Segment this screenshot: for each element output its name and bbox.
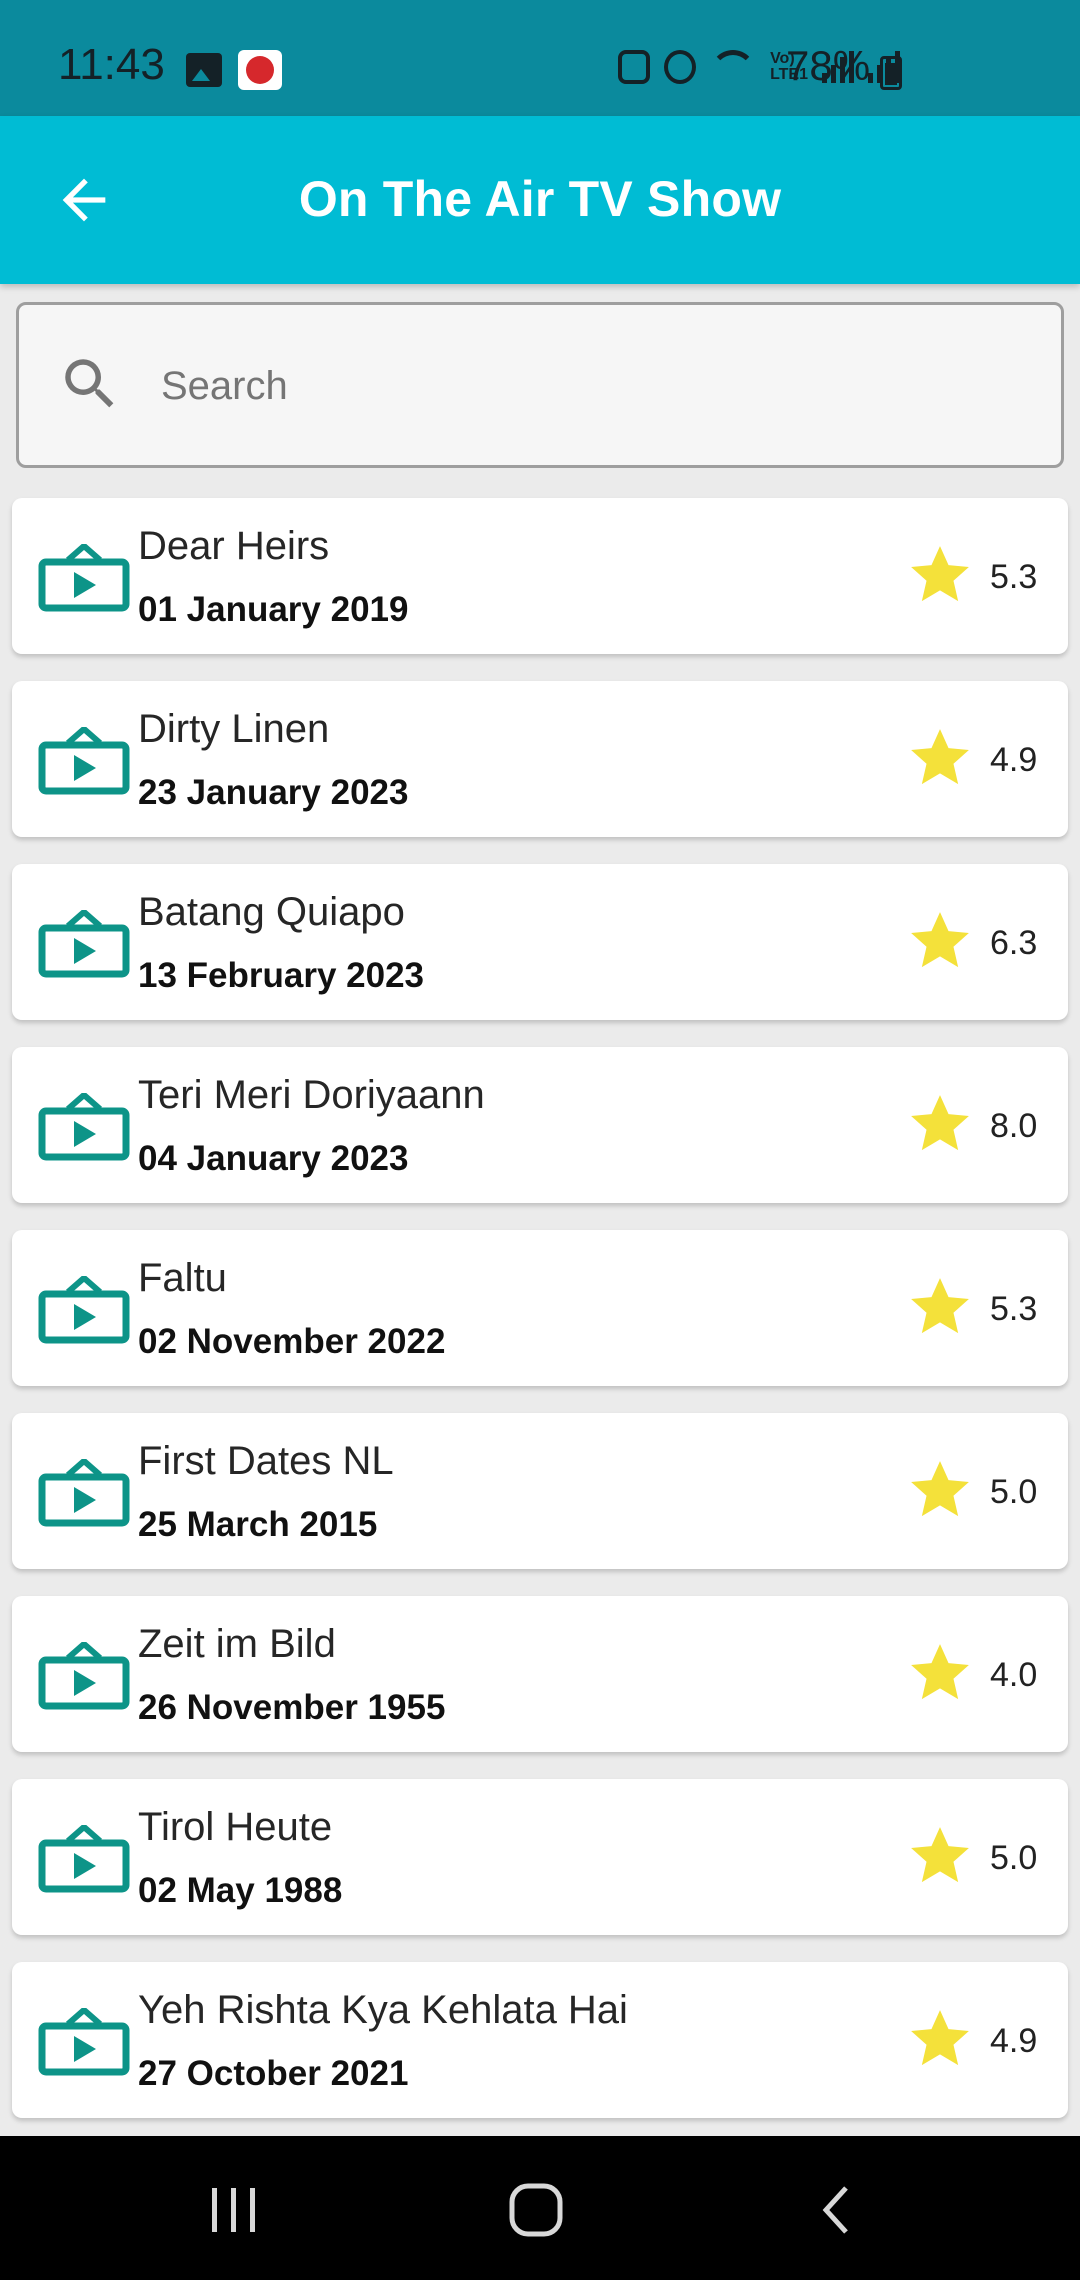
show-date: 04 January 2023 [138,1139,409,1178]
image-icon [186,53,222,87]
show-card[interactable]: Faltu 02 November 2022 5.3 [12,1230,1068,1386]
show-rating: 8.0 [990,1107,1038,1145]
star-icon [911,546,969,602]
star-icon [911,1278,969,1334]
alarm-icon [664,50,697,84]
show-rating: 5.0 [990,1839,1038,1877]
tv-icon [38,1825,130,1893]
search-icon [65,359,114,408]
home-icon[interactable] [506,2180,566,2240]
show-card[interactable]: Batang Quiapo 13 February 2023 6.3 [12,864,1068,1020]
show-rating: 4.9 [990,741,1038,779]
tv-icon [38,727,130,795]
show-card[interactable]: Zeit im Bild 26 November 1955 4.0 [12,1596,1068,1752]
tv-icon [38,1642,130,1710]
show-title: Dirty Linen [138,707,330,751]
tv-icon [38,1276,130,1344]
show-card[interactable]: Dear Heirs 01 January 2019 5.3 [12,498,1068,654]
show-title: Teri Meri Doriyaann [138,1073,485,1117]
show-rating: 5.3 [990,1290,1038,1328]
show-rating: 5.0 [990,1473,1038,1511]
tv-icon [38,2008,130,2076]
show-rating: 4.0 [990,1656,1038,1694]
recents-icon[interactable] [204,2180,264,2240]
show-date: 13 February 2023 [138,956,425,995]
search-input[interactable] [159,345,1023,427]
page-title: On The Air TV Show [298,171,782,227]
status-bar: 11:43 Vo) LTE1 78% [0,0,1080,116]
pizza-app-icon [238,50,282,90]
tv-icon [38,1459,130,1527]
show-title: Batang Quiapo [138,890,405,934]
show-date: 26 November 1955 [138,1688,446,1727]
show-date: 01 January 2019 [138,590,409,629]
show-date: 27 October 2021 [138,2054,409,2093]
tv-icon [38,910,130,978]
show-title: First Dates NL [138,1439,394,1483]
back-chevron-icon[interactable] [808,2180,868,2240]
show-date: 23 January 2023 [138,773,409,812]
system-nav-bar [0,2136,1080,2280]
show-title: Zeit im Bild [138,1622,336,1666]
show-title: Faltu [138,1256,227,1300]
show-rating: 6.3 [990,924,1038,962]
tv-icon [38,1093,130,1161]
star-icon [911,2010,969,2066]
battery-saver-icon [618,50,651,84]
show-card[interactable]: First Dates NL 25 March 2015 5.0 [12,1413,1068,1569]
show-title: Tirol Heute [138,1805,333,1849]
show-card[interactable]: Dirty Linen 23 January 2023 4.9 [12,681,1068,837]
star-icon [911,729,969,785]
show-title: Yeh Rishta Kya Kehlata Hai [138,1988,628,2032]
battery-percentage: 78% [786,42,871,89]
show-date: 02 May 1988 [138,1871,343,1910]
show-card[interactable]: Teri Meri Doriyaann 04 January 2023 8.0 [12,1047,1068,1203]
app-bar: On The Air TV Show [0,116,1080,284]
search-box[interactable] [16,302,1064,468]
show-rating: 4.9 [990,2022,1038,2060]
star-icon [911,1644,969,1700]
show-date: 02 November 2022 [138,1322,446,1361]
status-time: 11:43 [58,40,165,89]
wifi-icon [710,50,757,84]
star-icon [911,1461,969,1517]
show-title: Dear Heirs [138,524,330,568]
show-card[interactable]: Yeh Rishta Kya Kehlata Hai 27 October 20… [12,1962,1068,2118]
star-icon [911,1827,969,1883]
star-icon [911,912,969,968]
tv-icon [38,544,130,612]
star-icon [911,1095,969,1151]
show-card[interactable]: Tirol Heute 02 May 1988 5.0 [12,1779,1068,1935]
battery-charging-icon [880,56,902,90]
show-rating: 5.3 [990,558,1038,596]
show-date: 25 March 2015 [138,1505,378,1544]
